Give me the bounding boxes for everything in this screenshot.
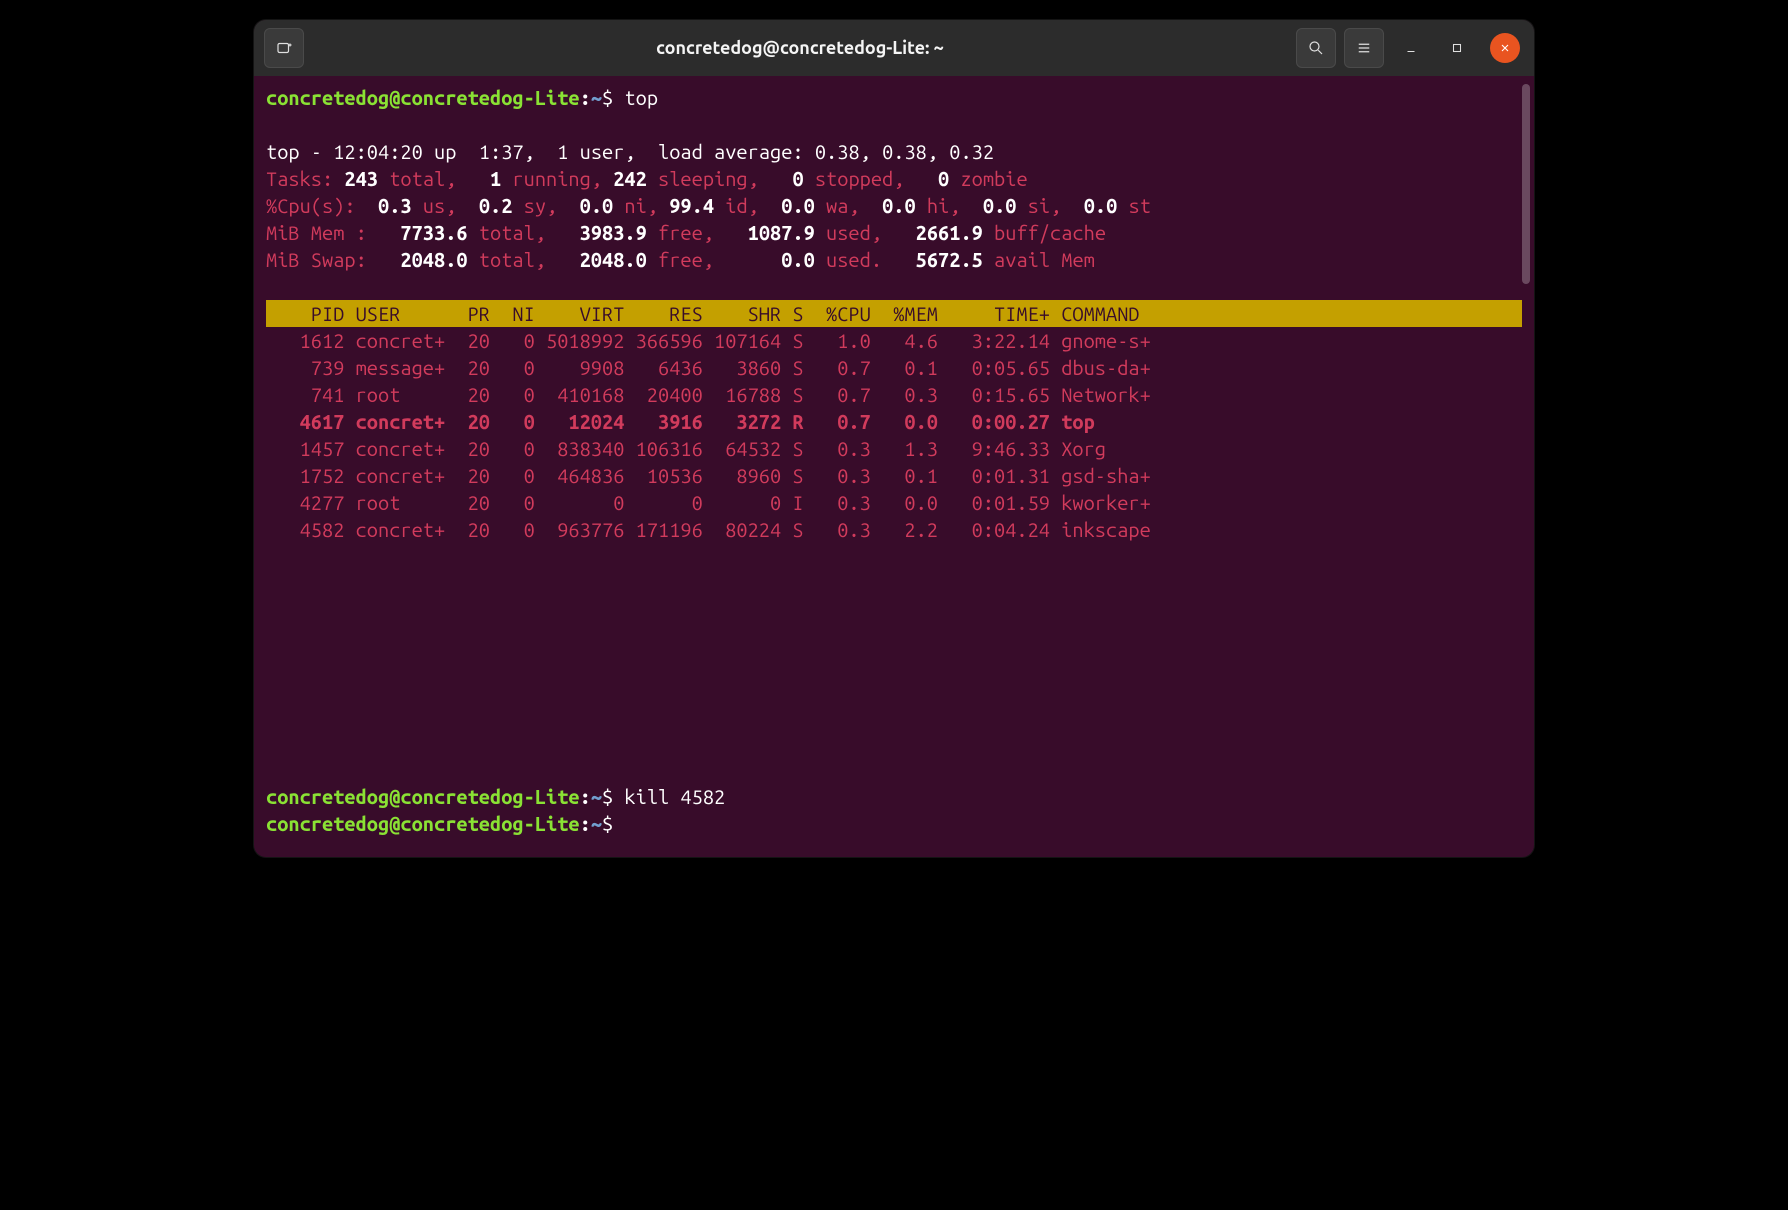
table-row: 4617 concret+ 20 0 12024 3916 3272 R 0.7… (266, 408, 1522, 435)
table-row: 1457 concret+ 20 0 838340 106316 64532 S… (266, 435, 1522, 462)
table-row: 741 root 20 0 410168 20400 16788 S 0.7 0… (266, 381, 1522, 408)
table-row: 4277 root 20 0 0 0 0 I 0.3 0.0 0:01.59 k… (266, 489, 1522, 516)
maximize-button[interactable] (1438, 29, 1476, 67)
prompt-line-3: concretedog@concretedog-Lite:~$ (266, 810, 1522, 837)
prompt-line-2: concretedog@concretedog-Lite:~$ kill 458… (266, 783, 1522, 810)
top-summary-tasks: Tasks: 243 total, 1 running, 242 sleepin… (266, 165, 1522, 192)
close-button[interactable] (1490, 33, 1520, 63)
table-row: 739 message+ 20 0 9908 6436 3860 S 0.7 0… (266, 354, 1522, 381)
new-tab-button[interactable] (264, 28, 304, 68)
table-row: 1612 concret+ 20 0 5018992 366596 107164… (266, 327, 1522, 354)
terminal-body[interactable]: concretedog@concretedog-Lite:~$ top top … (254, 76, 1534, 857)
window-title: concretedog@concretedog-Lite: ~ (312, 38, 1288, 58)
process-table-header: PID USER PR NI VIRT RES SHR S %CPU %MEM … (266, 300, 1522, 327)
scrollbar[interactable] (1522, 84, 1530, 284)
titlebar-controls (1296, 28, 1524, 68)
top-summary-uptime: top - 12:04:20 up 1:37, 1 user, load ave… (266, 138, 1522, 165)
prompt-line-1: concretedog@concretedog-Lite:~$ top (266, 84, 1522, 111)
process-table: 1612 concret+ 20 0 5018992 366596 107164… (266, 327, 1522, 543)
table-row: 1752 concret+ 20 0 464836 10536 8960 S 0… (266, 462, 1522, 489)
top-summary-cpu: %Cpu(s): 0.3 us, 0.2 sy, 0.0 ni, 99.4 id… (266, 192, 1522, 219)
top-summary-mem: MiB Mem : 7733.6 total, 3983.9 free, 108… (266, 219, 1522, 246)
search-button[interactable] (1296, 28, 1336, 68)
minimize-button[interactable] (1392, 29, 1430, 67)
top-summary-swap: MiB Swap: 2048.0 total, 2048.0 free, 0.0… (266, 246, 1522, 273)
terminal-window: concretedog@concretedog-Lite: ~ concrete… (254, 20, 1534, 857)
menu-button[interactable] (1344, 28, 1384, 68)
titlebar: concretedog@concretedog-Lite: ~ (254, 20, 1534, 76)
table-row: 4582 concret+ 20 0 963776 171196 80224 S… (266, 516, 1522, 543)
